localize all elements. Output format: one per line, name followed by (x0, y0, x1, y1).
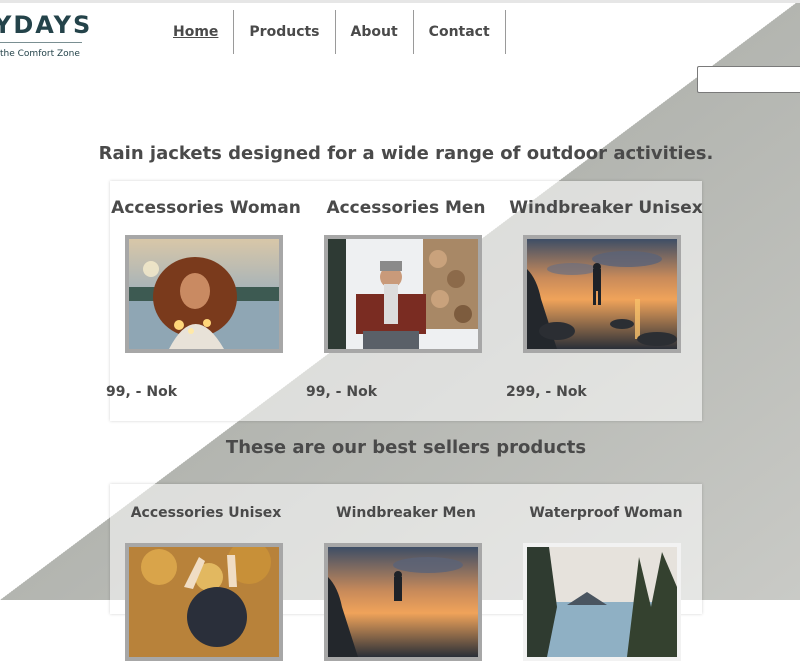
product-card[interactable]: Windbreaker Unisex (506, 198, 706, 218)
brand-logo[interactable]: YDAYS the Comfort Zone (0, 10, 100, 59)
logo-divider (0, 42, 82, 43)
product-card[interactable]: Accessories Woman (106, 198, 306, 218)
product-title: Accessories Men (326, 198, 486, 218)
product-card[interactable]: Accessories Men (306, 198, 506, 218)
nav-products-link[interactable]: Products (234, 10, 336, 54)
sunset-hiker-photo[interactable] (324, 543, 482, 661)
search-input[interactable] (697, 66, 800, 93)
product-price: 99, - Nok (306, 384, 378, 400)
nav-about-link[interactable]: About (336, 10, 414, 54)
man-in-snow-photo[interactable] (324, 235, 482, 353)
section-heading-rain-jackets: Rain jackets designed for a wide range o… (98, 143, 714, 164)
section-heading-best-sellers: These are our best sellers products (225, 437, 587, 458)
brand-name: YDAYS (0, 11, 93, 39)
woman-with-lights-photo[interactable] (125, 235, 283, 353)
main-nav: Home Products About Contact (158, 10, 506, 54)
forest-lake-photo[interactable] (523, 543, 681, 661)
product-title: Windbreaker Unisex (509, 198, 703, 218)
product-card[interactable]: Waterproof Woman (506, 505, 706, 521)
product-title: Accessories Woman (111, 198, 301, 218)
autumn-forest-photo[interactable] (125, 543, 283, 661)
product-card[interactable]: Accessories Unisex (106, 505, 306, 521)
product-title: Waterproof Woman (529, 505, 683, 521)
sunset-coast-photo[interactable] (523, 235, 681, 353)
brand-tagline: the Comfort Zone (0, 49, 80, 59)
product-price: 99, - Nok (106, 384, 178, 400)
best-sellers-panel: Accessories Unisex Windbreaker Men Water… (110, 484, 702, 661)
featured-products-panel: Accessories Woman 99, - Nok Accessories … (106, 181, 703, 421)
product-title: Windbreaker Men (336, 505, 476, 521)
product-card[interactable]: Windbreaker Men (306, 505, 506, 521)
product-price: 299, - Nok (506, 384, 587, 400)
nav-home-link[interactable]: Home (158, 10, 235, 54)
product-title: Accessories Unisex (130, 505, 282, 521)
top-border (0, 0, 800, 3)
nav-contact-link[interactable]: Contact (414, 10, 506, 54)
